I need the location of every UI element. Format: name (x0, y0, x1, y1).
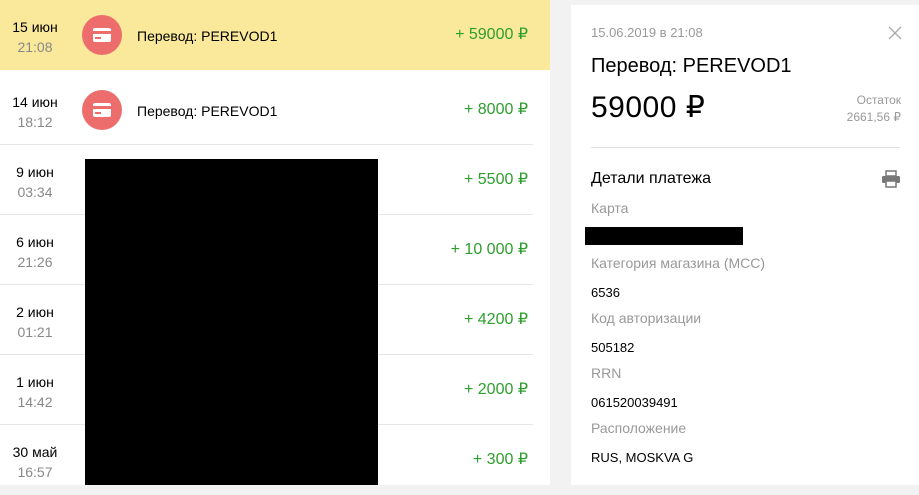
mcc-label: Категория магазина (MCC) (591, 255, 766, 271)
transaction-date: 1 июн (16, 374, 54, 390)
location-label: Расположение (591, 420, 687, 436)
detail-amount: 59000 ₽ (591, 91, 706, 124)
location-value: RUS, MOSKVA G (591, 450, 694, 465)
card-label: Карта (591, 200, 629, 216)
redaction-block (85, 159, 378, 485)
auth-code-value: 505182 (591, 340, 635, 355)
transfer-icon-badge (82, 90, 122, 130)
transaction-description: Перевод: PEREVOD1 (137, 103, 278, 119)
rrn-label: RRN (591, 365, 622, 381)
transaction-time: 01:21 (17, 324, 53, 340)
transaction-amount: + 59000 ₽ (455, 26, 528, 43)
transaction-amount: + 5500 ₽ (463, 171, 528, 188)
transaction-date: 9 июн (16, 164, 54, 180)
mcc-value: 6536 (591, 285, 620, 300)
close-button[interactable] (886, 24, 904, 42)
detail-divider (591, 147, 900, 148)
print-button[interactable] (881, 170, 901, 188)
transaction-date: 14 июн (12, 94, 58, 110)
payment-details-heading: Детали платежа (591, 170, 711, 187)
transaction-time: 03:34 (17, 184, 53, 200)
card-icon (93, 28, 111, 42)
transaction-amount: + 4200 ₽ (463, 311, 528, 328)
transaction-date: 15 июн (12, 19, 58, 35)
transaction-amount: + 10 000 ₽ (450, 241, 528, 258)
transaction-time: 14:42 (17, 394, 53, 410)
printer-icon (882, 170, 900, 188)
auth-code-label: Код авторизации (591, 310, 702, 326)
balance-value: 2661,56 ₽ (846, 110, 901, 124)
close-icon (888, 26, 902, 40)
transaction-amount: + 300 ₽ (472, 451, 528, 468)
transaction-date: 2 июн (16, 304, 54, 320)
transaction-list: 15 июн 21:08 Перевод: PEREVOD1 + 59000 ₽… (0, 0, 550, 485)
transaction-date: 6 июн (16, 234, 54, 250)
transaction-time: 18:12 (17, 114, 53, 130)
transaction-row[interactable]: 14 июн 18:12 Перевод: PEREVOD1 + 8000 ₽ (0, 75, 550, 145)
transfer-icon-badge (82, 15, 122, 55)
transaction-date: 30 май (12, 444, 58, 460)
transaction-time: 21:26 (17, 254, 53, 270)
balance-label: Остаток (856, 93, 901, 107)
card-number-redacted (585, 227, 743, 245)
rrn-value: 061520039491 (591, 395, 678, 410)
transaction-amount: + 2000 ₽ (463, 381, 528, 398)
transaction-time: 21:08 (17, 39, 53, 55)
transaction-description: Перевод: PEREVOD1 (137, 28, 278, 44)
transaction-time: 16:57 (17, 464, 53, 480)
transaction-detail-panel: 15.06.2019 в 21:08 Перевод: PEREVOD1 590… (571, 5, 919, 485)
card-icon (93, 103, 111, 117)
detail-title: Перевод: PEREVOD1 (591, 55, 792, 77)
transaction-amount: + 8000 ₽ (463, 101, 528, 118)
detail-timestamp: 15.06.2019 в 21:08 (591, 25, 703, 40)
transaction-row[interactable]: 15 июн 21:08 Перевод: PEREVOD1 + 59000 ₽ (0, 0, 550, 70)
